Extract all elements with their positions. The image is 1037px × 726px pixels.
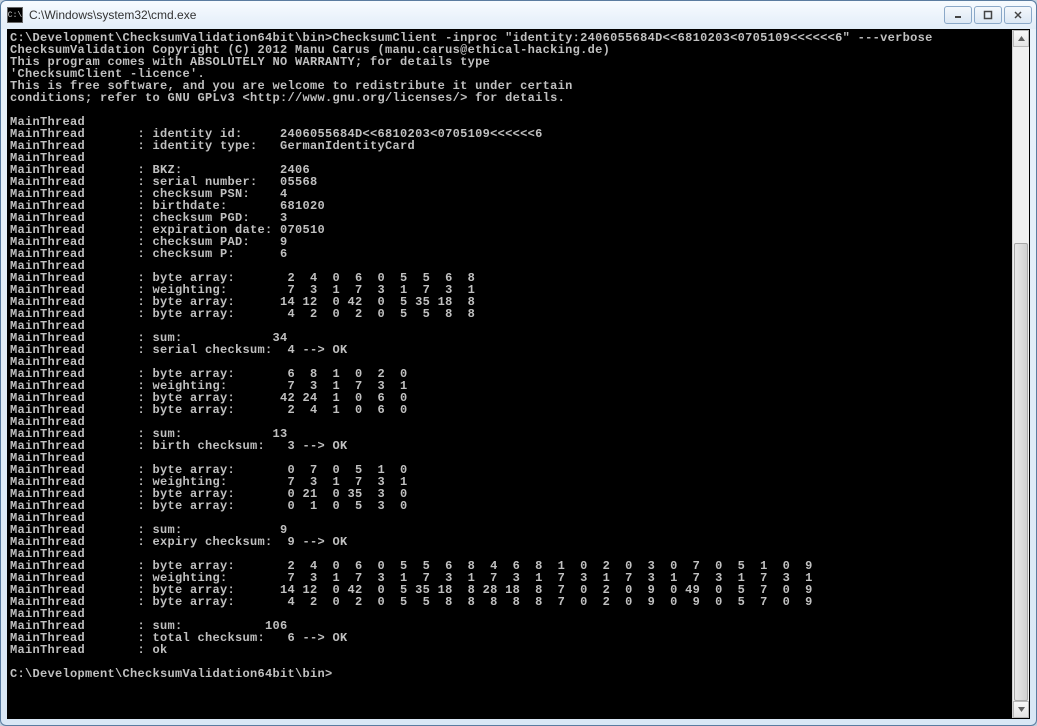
close-icon	[1013, 10, 1023, 20]
chevron-up-icon	[1017, 34, 1026, 43]
maximize-button[interactable]	[974, 6, 1002, 24]
scroll-up-button[interactable]	[1013, 30, 1029, 47]
minimize-icon	[953, 10, 963, 20]
scroll-down-button[interactable]	[1013, 701, 1029, 718]
scroll-thumb[interactable]	[1014, 243, 1028, 701]
minimize-button[interactable]	[944, 6, 972, 24]
cmd-icon: C:\	[7, 7, 23, 23]
terminal-output[interactable]: C:\Development\ChecksumValidation64bit\b…	[8, 30, 1012, 718]
vertical-scrollbar[interactable]	[1012, 30, 1029, 718]
window-controls	[944, 6, 1032, 24]
cmd-window: C:\ C:\Windows\system32\cmd.exe C:\Devel…	[0, 0, 1037, 726]
window-title: C:\Windows\system32\cmd.exe	[29, 8, 944, 22]
close-button[interactable]	[1004, 6, 1032, 24]
client-area: C:\Development\ChecksumValidation64bit\b…	[7, 29, 1030, 719]
titlebar[interactable]: C:\ C:\Windows\system32\cmd.exe	[1, 1, 1036, 29]
scroll-track[interactable]	[1013, 47, 1029, 701]
chevron-down-icon	[1017, 705, 1026, 714]
maximize-icon	[983, 10, 993, 20]
